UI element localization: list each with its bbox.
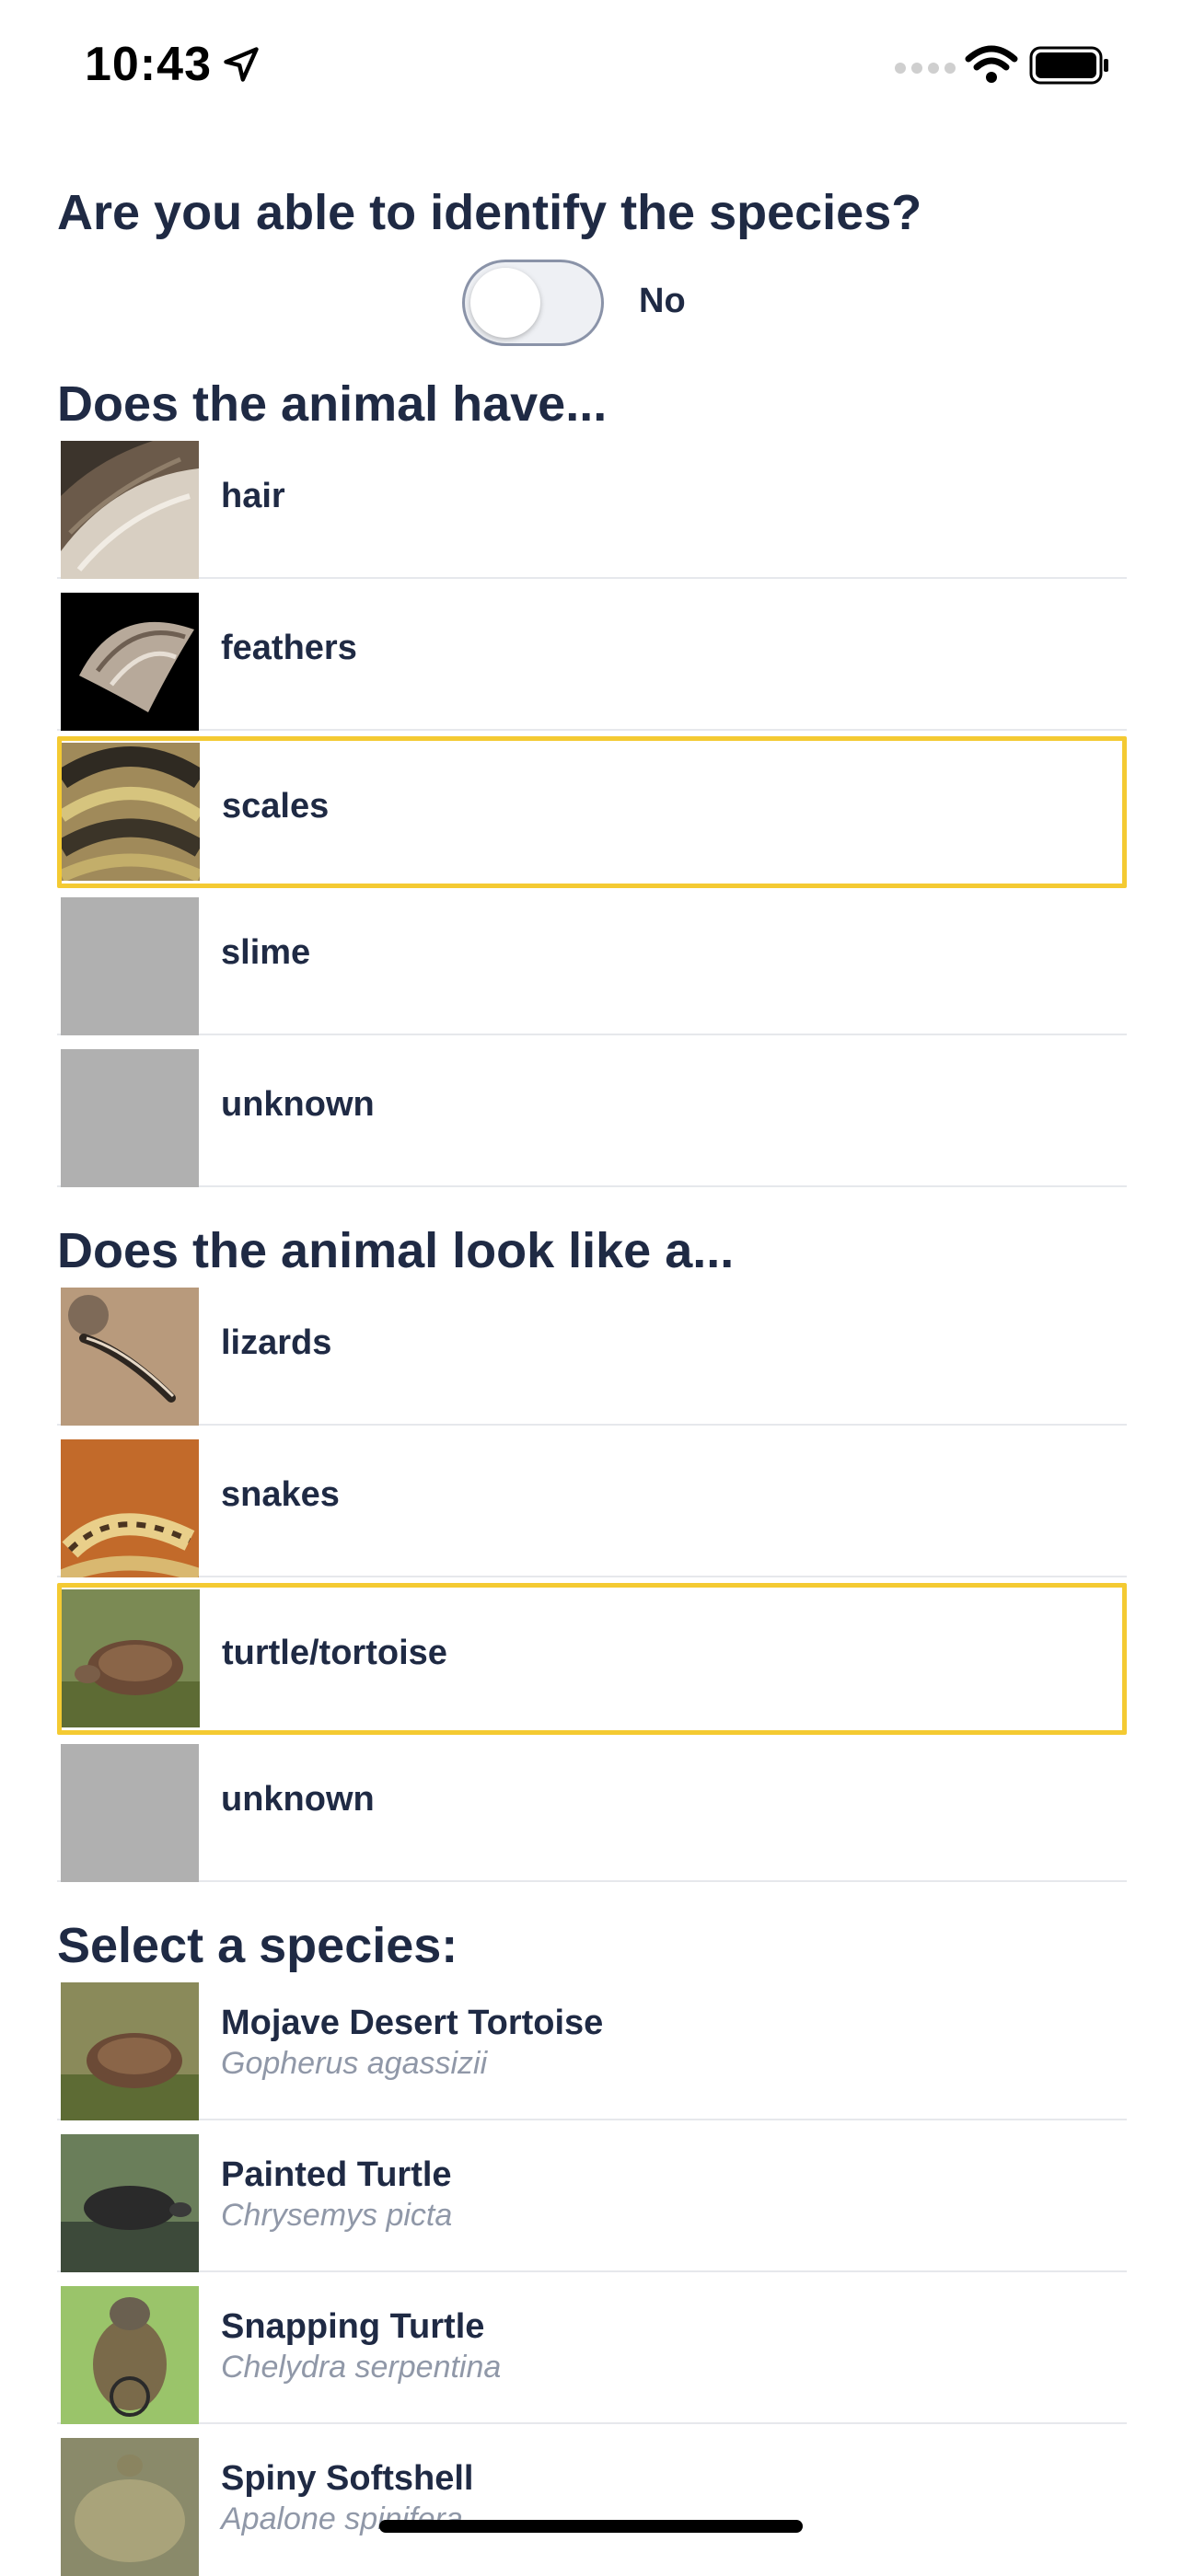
home-indicator[interactable] <box>379 2520 803 2533</box>
status-time: 10:43 <box>85 38 212 91</box>
identify-question: Are you able to identify the species? <box>57 185 922 240</box>
toggle-knob <box>470 268 540 338</box>
covering-option-unknown[interactable]: unknown <box>57 1035 1127 1187</box>
species-common-name: Painted Turtle <box>221 2155 452 2194</box>
fur-image <box>61 441 199 579</box>
lizard-image <box>61 1288 199 1426</box>
species-common-name: Spiny Softshell <box>221 2459 474 2498</box>
shape-option-snakes[interactable]: snakes <box>57 1426 1127 1577</box>
shape-option-label: lizards <box>221 1323 332 1362</box>
cellular-signal-icon <box>895 63 956 74</box>
species-item-spiny-softshell[interactable]: Spiny Softshell Apalone spinifera <box>57 2424 1127 2576</box>
covering-option-label: unknown <box>221 1085 375 1124</box>
shape-option-label: unknown <box>221 1780 375 1819</box>
scales-image <box>62 743 200 881</box>
covering-section-title: Does the animal have... <box>57 376 608 432</box>
snapping-turtle-image <box>61 2286 199 2424</box>
species-scientific-name: Gopherus agassizii <box>221 2046 488 2081</box>
covering-option-label: feathers <box>221 629 357 667</box>
covering-option-scales[interactable]: scales <box>57 736 1127 888</box>
mojave-tortoise-image <box>61 1982 199 2120</box>
feather-image <box>61 593 199 731</box>
species-item-painted-turtle[interactable]: Painted Turtle Chrysemys picta <box>57 2120 1127 2272</box>
tortoise-image <box>62 1589 200 1727</box>
species-scientific-name: Chrysemys picta <box>221 2198 453 2233</box>
species-common-name: Snapping Turtle <box>221 2307 485 2346</box>
shape-option-label: snakes <box>221 1475 340 1514</box>
covering-option-label: hair <box>221 477 285 515</box>
shape-option-unknown[interactable]: unknown <box>57 1730 1127 1882</box>
status-bar: 10:43 <box>0 0 1182 138</box>
toggle-label: No <box>639 282 686 320</box>
placeholder-image <box>61 1049 199 1187</box>
wifi-icon <box>965 45 1018 83</box>
species-section-title: Select a species: <box>57 1918 458 1973</box>
species-item-mojave-desert-tortoise[interactable]: Mojave Desert Tortoise Gopherus agassizi… <box>57 1969 1127 2120</box>
species-item-snapping-turtle[interactable]: Snapping Turtle Chelydra serpentina <box>57 2272 1127 2424</box>
identify-toggle[interactable] <box>462 260 604 346</box>
shape-option-lizards[interactable]: lizards <box>57 1274 1127 1426</box>
species-scientific-name: Chelydra serpentina <box>221 2350 502 2385</box>
shape-option-label: turtle/tortoise <box>222 1634 447 1672</box>
covering-option-feathers[interactable]: feathers <box>57 579 1127 731</box>
shape-option-turtle-tortoise[interactable]: turtle/tortoise <box>57 1583 1127 1735</box>
placeholder-image <box>61 1744 199 1882</box>
covering-option-label: scales <box>222 787 330 826</box>
covering-option-label: slime <box>221 933 311 972</box>
species-common-name: Mojave Desert Tortoise <box>221 2004 604 2042</box>
shape-section-title: Does the animal look like a... <box>57 1223 735 1278</box>
snake-image <box>61 1439 199 1577</box>
covering-option-hair[interactable]: hair <box>57 427 1127 579</box>
spiny-softshell-image <box>61 2438 199 2576</box>
location-arrow-icon <box>224 47 259 82</box>
painted-turtle-image <box>61 2134 199 2272</box>
placeholder-image <box>61 897 199 1035</box>
battery-icon <box>1029 46 1108 85</box>
covering-option-slime[interactable]: slime <box>57 884 1127 1035</box>
